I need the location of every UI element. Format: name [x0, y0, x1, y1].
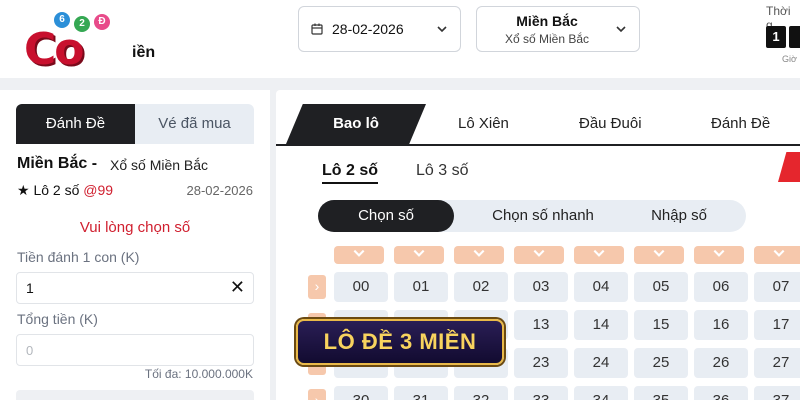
pill-chon-so-nhanh[interactable]: Chọn số nhanh: [468, 200, 618, 232]
column-select-button[interactable]: [574, 246, 624, 264]
column-select-button[interactable]: [634, 246, 684, 264]
max-amount-text: Tối đa: 10.000.000K: [144, 367, 253, 381]
number-cell[interactable]: 27: [754, 348, 800, 378]
number-cell[interactable]: 04: [574, 272, 628, 302]
chevron-down-icon: [533, 249, 545, 257]
logo-brand: Co: [24, 24, 85, 75]
number-cell[interactable]: 34: [574, 386, 628, 400]
number-cell[interactable]: 02: [454, 272, 508, 302]
close-icon[interactable]: ✕: [230, 277, 245, 298]
pill-nhap-so[interactable]: Nhập số: [624, 200, 734, 232]
chevron-down-icon: [713, 249, 725, 257]
total-label: Tổng tiền (K): [17, 311, 98, 327]
column-select-button[interactable]: [394, 246, 444, 264]
date-picker[interactable]: 28-02-2026: [298, 6, 461, 52]
number-cell[interactable]: 13: [514, 310, 568, 340]
number-cell[interactable]: 17: [754, 310, 800, 340]
number-cell[interactable]: 30: [334, 386, 388, 400]
column-select-button[interactable]: [334, 246, 384, 264]
slip-date: 28-02-2026: [186, 183, 254, 198]
number-cell[interactable]: 01: [394, 272, 448, 302]
date-value: 28-02-2026: [332, 21, 404, 37]
tab-bao-lo[interactable]: Bao lô: [286, 104, 426, 144]
slip-bet-type: ★ Lô 2 số @99: [17, 182, 113, 199]
amount-value: 1: [26, 280, 34, 296]
number-cell[interactable]: 26: [694, 348, 748, 378]
pill-chon-so[interactable]: Chọn số: [318, 200, 454, 232]
calendar-icon: [311, 23, 323, 35]
tab-ve-da-mua[interactable]: Vé đã mua: [135, 104, 254, 144]
total-placeholder: 0: [26, 343, 34, 358]
number-cell[interactable]: 06: [694, 272, 748, 302]
chevron-down-icon: [413, 249, 425, 257]
subtab-lo-2-so[interactable]: Lô 2 số: [322, 162, 379, 184]
number-cell[interactable]: 05: [634, 272, 688, 302]
number-cell[interactable]: 15: [634, 310, 688, 340]
countdown-unit: Giờ: [782, 54, 797, 64]
region-select[interactable]: Miền Bắc Xổ số Miền Bắc: [476, 6, 640, 52]
number-cell[interactable]: 24: [574, 348, 628, 378]
column-select-button[interactable]: [694, 246, 744, 264]
chevron-down-icon: [593, 249, 605, 257]
region-name: Miền Bắc: [516, 13, 578, 29]
row-select-button[interactable]: ›: [308, 275, 326, 299]
number-cell[interactable]: 31: [394, 386, 448, 400]
number-cell[interactable]: 37: [754, 386, 800, 400]
number-cell[interactable]: 36: [694, 386, 748, 400]
countdown-digit: [789, 26, 800, 48]
amount-label: Tiền đánh 1 con (K): [17, 249, 140, 265]
logo-ball: Đ: [94, 14, 110, 30]
chevron-right-icon: ›: [314, 392, 320, 400]
region-subtitle: Xổ số Miền Bắc: [504, 32, 590, 46]
tab-danh-de[interactable]: Đánh Đề: [16, 104, 135, 144]
chevron-down-icon: [473, 249, 485, 257]
corner-badge: [778, 152, 800, 182]
number-cell[interactable]: 14: [574, 310, 628, 340]
subtab-lo-3-so[interactable]: Lô 3 số: [416, 162, 468, 180]
bet-slip-tabs: Đánh Đề Vé đã mua: [16, 104, 254, 144]
logo-ball: 6: [54, 12, 70, 28]
chevron-down-icon: [616, 26, 626, 33]
logo-ball: 2: [74, 16, 90, 32]
bet-type-label: ★ Lô 2 số: [17, 182, 80, 198]
slip-region-subtitle: Xổ số Miền Bắc: [110, 157, 209, 173]
logo-suffix: iền: [132, 44, 156, 61]
chevron-down-icon: [653, 249, 665, 257]
tab-dau-duoi[interactable]: Đầu Đuôi: [579, 104, 642, 144]
number-cell[interactable]: 33: [514, 386, 568, 400]
column-select-button[interactable]: [454, 246, 504, 264]
tab-lo-xien[interactable]: Lô Xiên: [458, 104, 509, 144]
number-cell[interactable]: 16: [694, 310, 748, 340]
chevron-down-icon: [437, 26, 447, 33]
column-select-button[interactable]: [754, 246, 800, 264]
number-cell[interactable]: 32: [454, 386, 508, 400]
row-select-button[interactable]: ›: [308, 389, 326, 400]
bet-category-tabs: Bao lô Lô Xiên Đầu Đuôi Đánh Đề: [276, 104, 800, 146]
chevron-down-icon: [773, 249, 785, 257]
countdown-digit: 1: [766, 26, 786, 48]
number-cell[interactable]: 07: [754, 272, 800, 302]
total-input[interactable]: 0: [16, 334, 254, 366]
number-cell[interactable]: 00: [334, 272, 388, 302]
number-cell[interactable]: 35: [634, 386, 688, 400]
promo-banner: LÔ ĐỀ 3 MIỀN: [296, 319, 504, 365]
tab-danh-de-main[interactable]: Đánh Đề: [711, 104, 770, 144]
column-select-button[interactable]: [514, 246, 564, 264]
number-cell[interactable]: 03: [514, 272, 568, 302]
slip-footer: [16, 390, 254, 400]
top-header: Co 6 2 Đ iền 28-02-2026 Miền Bắc Xổ số M…: [0, 0, 800, 78]
select-number-warning: Vui lòng chọn số: [79, 219, 191, 236]
number-cell[interactable]: 25: [634, 348, 688, 378]
bet-slip-panel: Đánh Đề Vé đã mua Miền Bắc - Xổ số Miền …: [0, 90, 270, 400]
slip-region-title: Miền Bắc -: [17, 155, 98, 172]
chevron-right-icon: ›: [314, 278, 320, 294]
bet-odds: @99: [83, 182, 114, 198]
selection-mode-pills: Chọn số Chọn số nhanh Nhập số: [318, 200, 746, 232]
site-logo[interactable]: Co 6 2 Đ iền: [20, 10, 160, 76]
chevron-down-icon: [353, 249, 365, 257]
amount-input[interactable]: 1 ✕: [16, 272, 254, 304]
number-cell[interactable]: 23: [514, 348, 568, 378]
